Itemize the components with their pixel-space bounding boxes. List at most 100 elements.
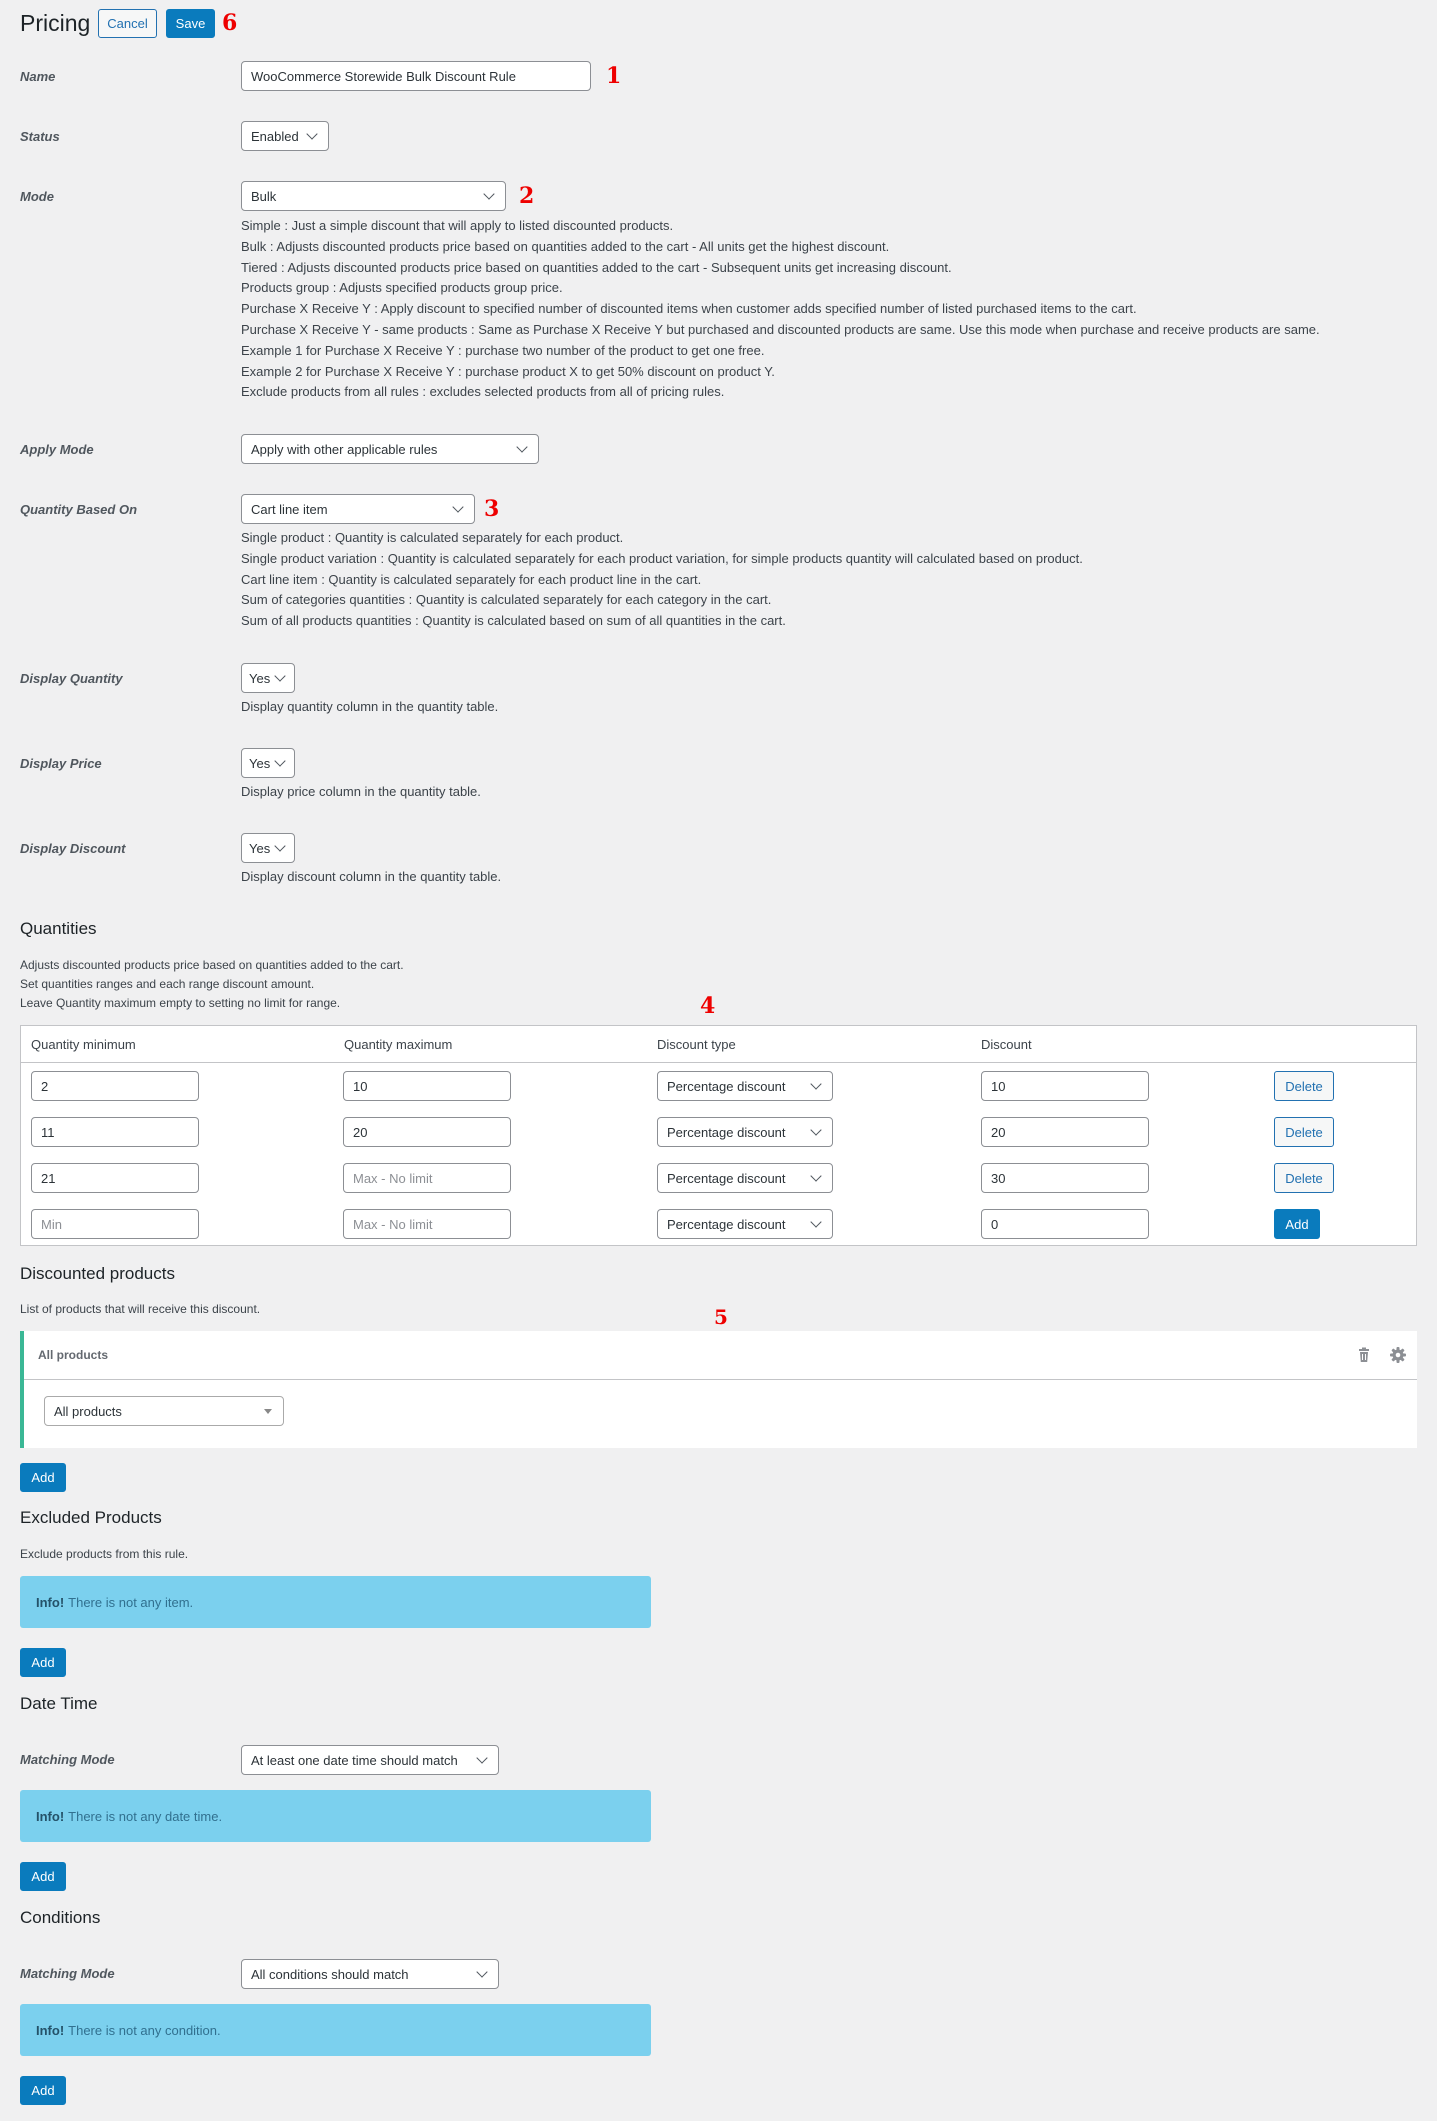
chevron-down-icon	[810, 1170, 822, 1182]
mode-select[interactable]: Bulk	[241, 181, 506, 211]
delete-row-button[interactable]: Delete	[1274, 1071, 1334, 1101]
add-excluded-product-button[interactable]: Add	[20, 1648, 66, 1677]
quantities-description-line: Leave Quantity maximum empty to setting …	[20, 996, 341, 1010]
chevron-down-icon	[452, 501, 464, 513]
display-quantity-select[interactable]: Yes	[241, 663, 295, 693]
product-filter-select[interactable]: All products	[44, 1396, 284, 1426]
discount-type-select[interactable]: Percentage discount	[657, 1117, 833, 1147]
new-discount-input[interactable]: 0	[981, 1209, 1149, 1239]
quantity-based-on-select[interactable]: Cart line item	[241, 494, 475, 524]
quantity-max-input[interactable]: Max - No limit	[343, 1163, 511, 1193]
mode-description-line: Example 2 for Purchase X Receive Y : pur…	[241, 363, 775, 379]
annotation-marker: 1	[606, 63, 622, 89]
discount-input[interactable]: 30	[981, 1163, 1149, 1193]
apply-mode-value: Apply with other applicable rules	[251, 441, 438, 457]
discount-input[interactable]: 10	[981, 1071, 1149, 1101]
quantity-min-input[interactable]: 2	[31, 1071, 199, 1101]
mode-description-line: Products group : Adjusts specified produ…	[241, 280, 563, 296]
display-price-select[interactable]: Yes	[241, 748, 295, 778]
conditions-info-alert: Info! There is not any condition.	[20, 2004, 651, 2056]
chevron-down-icon	[274, 755, 286, 767]
discount-type-select[interactable]: Percentage discount	[657, 1163, 833, 1193]
chevron-down-icon	[274, 670, 286, 682]
quantity-description-line: Sum of categories quantities : Quantity …	[241, 592, 772, 608]
quantity-based-on-label: Quantity Based On	[20, 502, 138, 517]
chevron-down-icon	[810, 1124, 822, 1136]
add-row-button[interactable]: Add	[1274, 1209, 1320, 1239]
annotation-marker: 2	[519, 183, 535, 209]
display-price-value: Yes	[249, 755, 271, 771]
discounted-product-card: All products All products	[20, 1331, 1417, 1448]
new-discount-type-select[interactable]: Percentage discount	[657, 1209, 833, 1239]
display-discount-select[interactable]: Yes	[241, 833, 295, 863]
new-quantity-max-input[interactable]: Max - No limit	[343, 1209, 511, 1239]
chevron-down-icon	[274, 840, 286, 852]
status-select[interactable]: Enabled	[241, 121, 329, 151]
discount-type-select[interactable]: Percentage discount	[657, 1071, 833, 1101]
chevron-down-icon	[810, 1078, 822, 1090]
mode-description-line: Exclude products from all rules : exclud…	[241, 384, 725, 400]
excluded-products-info-alert: Info! There is not any item.	[20, 1576, 651, 1628]
add-date-time-button[interactable]: Add	[20, 1862, 66, 1891]
page-title: Pricing	[20, 10, 91, 36]
display-quantity-value: Yes	[249, 670, 271, 686]
display-discount-label: Display Discount	[20, 841, 126, 856]
chevron-down-icon	[306, 128, 318, 140]
delete-row-button[interactable]: Delete	[1274, 1163, 1334, 1193]
quantity-based-on-value: Cart line item	[251, 501, 328, 517]
save-button[interactable]: Save	[166, 9, 215, 38]
quantity-description-line: Single product : Quantity is calculated …	[241, 530, 624, 545]
mode-description-line: Simple : Just a simple discount that wil…	[241, 218, 674, 233]
quantities-descriptions: Adjusts discounted products price based …	[20, 956, 404, 1013]
mode-description-line: Bulk : Adjusts discounted products price…	[241, 238, 890, 254]
mode-descriptions: Simple : Just a simple discount that wil…	[241, 216, 1320, 403]
display-price-label: Display Price	[20, 756, 102, 771]
annotation-marker: 4	[700, 993, 716, 1019]
info-message: There is not any item.	[68, 1594, 194, 1610]
mode-label: Mode	[20, 189, 54, 204]
name-label: Name	[20, 69, 56, 84]
annotation-marker: 3	[484, 496, 500, 522]
conditions-matching-mode-label: Matching Mode	[20, 1966, 115, 1981]
discounted-products-description: List of products that will receive this …	[20, 1302, 261, 1316]
excluded-products-description: Exclude products from this rule.	[20, 1547, 189, 1561]
excluded-products-title: Excluded Products	[20, 1508, 162, 1527]
conditions-matching-mode-value: All conditions should match	[251, 1966, 409, 1982]
info-label: Info!	[36, 1594, 65, 1610]
chevron-down-icon	[476, 1752, 488, 1764]
discount-input[interactable]: 20	[981, 1117, 1149, 1147]
trash-icon[interactable]	[1355, 1346, 1373, 1364]
add-discounted-product-button[interactable]: Add	[20, 1463, 66, 1492]
discounted-product-card-header: All products	[24, 1331, 1417, 1380]
quantity-description-line: Single product variation : Quantity is c…	[241, 550, 1083, 566]
quantities-description-line: Adjusts discounted products price based …	[20, 958, 404, 972]
info-label: Info!	[36, 2022, 65, 2038]
status-value: Enabled	[251, 128, 299, 144]
conditions-matching-mode-select[interactable]: All conditions should match	[241, 1959, 499, 1989]
column-header-discount-type: Discount type	[657, 1037, 736, 1052]
quantity-min-input[interactable]: 11	[31, 1117, 199, 1147]
date-time-matching-mode-select[interactable]: At least one date time should match	[241, 1745, 499, 1775]
apply-mode-select[interactable]: Apply with other applicable rules	[241, 434, 539, 464]
new-quantity-min-input[interactable]: Min	[31, 1209, 199, 1239]
discount-type-value: Percentage discount	[667, 1078, 786, 1094]
add-condition-button[interactable]: Add	[20, 2076, 66, 2105]
quantity-description-line: Cart line item : Quantity is calculated …	[241, 571, 702, 587]
mode-value: Bulk	[251, 188, 277, 204]
chevron-down-icon	[516, 441, 528, 453]
delete-row-button[interactable]: Delete	[1274, 1117, 1334, 1147]
display-discount-description: Display discount column in the quantity …	[241, 869, 502, 884]
name-input[interactable]: WooCommerce Storewide Bulk Discount Rule	[241, 61, 591, 91]
date-time-matching-mode-value: At least one date time should match	[251, 1752, 458, 1768]
quantity-based-on-descriptions: Single product : Quantity is calculated …	[241, 528, 1083, 632]
annotation-marker: 5	[714, 1305, 728, 1329]
column-header-quantity-maximum: Quantity maximum	[344, 1037, 453, 1052]
gear-icon[interactable]	[1389, 1346, 1407, 1364]
quantity-max-input[interactable]: 20	[343, 1117, 511, 1147]
date-time-title: Date Time	[20, 1694, 98, 1713]
info-label: Info!	[36, 1808, 65, 1824]
quantity-min-input[interactable]: 21	[31, 1163, 199, 1193]
discount-type-value: Percentage discount	[667, 1216, 786, 1232]
quantity-max-input[interactable]: 10	[343, 1071, 511, 1101]
cancel-button[interactable]: Cancel	[98, 9, 157, 38]
